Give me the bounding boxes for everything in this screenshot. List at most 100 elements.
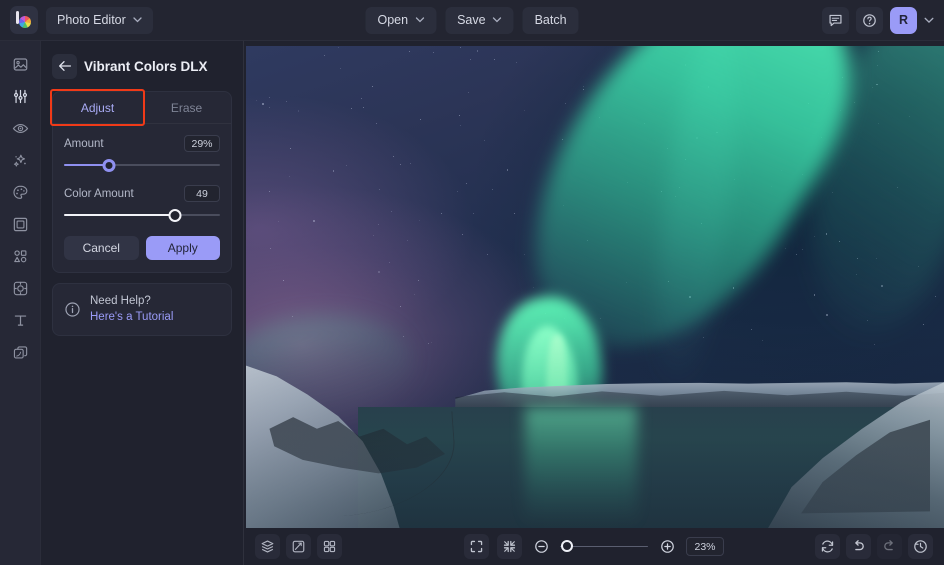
sidebar-tool-image[interactable] [5,53,35,75]
layers-stack-icon [260,539,275,554]
reset-button[interactable] [815,534,840,559]
top-right-tools: R [822,7,934,34]
layers-icon [12,344,29,361]
color-amount-label: Color Amount [64,188,134,200]
zoom-out-button[interactable] [530,536,552,558]
sidebar-tool-retouch[interactable] [5,117,35,139]
tab-adjust[interactable]: Adjust [53,92,142,123]
grid-icon [322,539,337,554]
question-circle-icon [862,13,877,28]
sidebar-tool-shapes[interactable] [5,245,35,267]
amount-value[interactable]: 29% [184,135,220,152]
color-wheel-logo-icon [15,11,33,29]
zoom-slider-handle[interactable] [561,540,573,552]
open-label: Open [377,13,408,27]
grid-button[interactable] [317,534,342,559]
compare-button[interactable] [286,534,311,559]
zoom-controls: 23% [464,534,724,559]
panel-tabs: Adjust Erase [53,92,231,124]
account-chevron-down-icon[interactable] [924,17,934,24]
page-title: Vibrant Colors DLX [84,59,208,74]
chevron-down-icon [415,17,424,23]
redo-button[interactable] [877,534,902,559]
zoom-level-value[interactable]: 23% [686,537,724,556]
save-label: Save [457,13,486,27]
color-amount-row: Color Amount 49 [64,185,220,202]
save-button[interactable]: Save [445,7,514,34]
app-logo-button[interactable] [10,6,38,34]
sidebar-tool-frame[interactable] [5,213,35,235]
sidebar-tool-effects[interactable] [5,149,35,171]
app-menu-photo-editor[interactable]: Photo Editor [46,7,153,34]
cancel-button[interactable]: Cancel [64,236,139,260]
sidebar-tool-adjust[interactable] [5,85,35,107]
tab-erase-label: Erase [171,101,202,115]
zoom-slider-track [560,546,648,548]
sidebar-tool-text[interactable] [5,309,35,331]
text-icon [12,312,29,329]
amount-slider-handle[interactable] [103,159,116,172]
history-button[interactable] [908,534,933,559]
help-button[interactable] [856,7,883,34]
sliders-icon [12,88,29,105]
apply-button[interactable]: Apply [146,236,221,260]
amount-slider[interactable] [64,157,220,173]
tab-adjust-label: Adjust [81,101,114,115]
amount-row: Amount 29% [64,135,220,152]
chevron-down-icon [493,17,502,23]
layers-button[interactable] [255,534,280,559]
minus-circle-icon [534,539,549,554]
image-icon [12,56,29,73]
app-body: Vibrant Colors DLX Adjust Erase Amount 2… [0,41,944,565]
color-amount-slider-handle[interactable] [168,209,181,222]
open-button[interactable]: Open [365,7,436,34]
bottom-toolbar: 23% [244,528,944,565]
color-amount-slider[interactable] [64,207,220,223]
zoom-slider[interactable] [560,540,648,554]
color-amount-slider-fill [64,214,175,216]
history-controls [815,534,933,559]
sidebar-tool-layers[interactable] [5,341,35,363]
top-toolbar: Photo Editor Open Save Batch [0,0,944,41]
avatar[interactable]: R [890,7,917,34]
help-text: Need Help? Here's a Tutorial [90,294,173,325]
adjust-card: Adjust Erase Amount 29% [52,91,232,273]
color-amount-value[interactable]: 49 [184,185,220,202]
reset-icon [820,539,835,554]
fit-screen-button[interactable] [464,534,489,559]
undo-button[interactable] [846,534,871,559]
plus-circle-icon [660,539,675,554]
action-buttons: Cancel Apply [64,236,220,260]
canvas-panel: 23% [244,41,944,565]
shapes-icon [12,248,29,265]
zoom-in-button[interactable] [656,536,678,558]
eye-icon [12,120,29,137]
help-title: Need Help? [90,294,173,310]
tutorial-link[interactable]: Here's a Tutorial [90,310,173,326]
fit-screen-icon [469,539,484,554]
app-menu-label: Photo Editor [57,13,126,27]
arrow-left-icon [58,60,72,72]
photo-canvas[interactable] [246,46,944,528]
top-center-tools: Open Save Batch [365,7,578,34]
tab-erase[interactable]: Erase [142,92,231,123]
feedback-button[interactable] [822,7,849,34]
info-circle-icon [64,301,81,318]
adjust-controls: Amount 29% Color Amount 49 [53,124,231,272]
canvas-area[interactable] [244,41,944,528]
help-card[interactable]: Need Help? Here's a Tutorial [52,283,232,336]
batch-label: Batch [535,13,567,27]
landscape-layer [246,354,944,528]
actual-size-button[interactable] [497,534,522,559]
undo-icon [851,539,866,554]
shrink-icon [502,539,517,554]
history-icon [913,539,928,554]
avatar-initial: R [899,13,908,27]
aurora-reflection [525,407,637,525]
sidebar-tool-color[interactable] [5,181,35,203]
sidebar-tool-crop[interactable] [5,277,35,299]
amount-label: Amount [64,138,104,150]
batch-button[interactable]: Batch [523,7,579,34]
back-button[interactable] [52,54,77,79]
redo-icon [882,539,897,554]
